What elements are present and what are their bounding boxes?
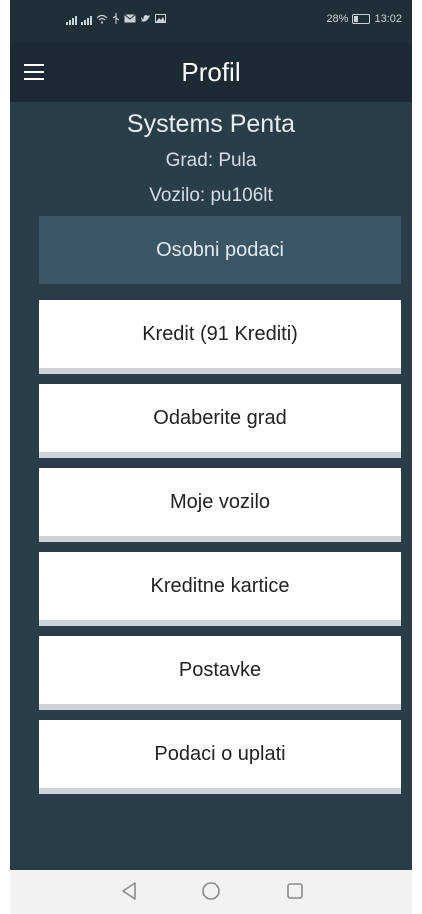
my-vehicle-button[interactable]: Moje vozilo: [39, 468, 401, 542]
choose-city-button[interactable]: Odaberite grad: [39, 384, 401, 458]
usb-icon: [112, 13, 120, 27]
status-time: 13:02: [374, 13, 402, 25]
profile-city: Grad: Pula: [165, 150, 257, 171]
system-nav-bar: [10, 870, 412, 914]
mail-icon: [124, 14, 136, 26]
twitter-icon: [140, 14, 151, 26]
profile-name: Systems Penta: [126, 110, 296, 138]
settings-button[interactable]: Postavke: [39, 636, 401, 710]
page-title: Profil: [181, 57, 241, 87]
status-icons: [66, 13, 166, 27]
app-screen: 28% 13:02 Profil Systems Penta Grad: Pul…: [10, 0, 412, 870]
personal-data-button[interactable]: Osobni podaci: [39, 216, 401, 284]
battery-icon: [352, 14, 371, 24]
signal-icon: [66, 15, 77, 25]
profile-vehicle: Vozilo: pu106lt: [149, 185, 273, 206]
status-right: 28% 13:02: [326, 13, 402, 25]
status-bar: 28% 13:02: [10, 0, 412, 42]
payment-data-button[interactable]: Podaci o uplati: [39, 720, 401, 794]
wifi-icon: [96, 14, 108, 27]
back-triangle-icon[interactable]: [120, 881, 138, 906]
profile-menu-list: Kredit (91 Krediti) Odaberite grad Moje …: [39, 300, 401, 804]
signal-icon-2: [81, 15, 92, 25]
image-icon: [155, 14, 166, 26]
app-bar: Profil: [10, 42, 412, 102]
recent-square-icon[interactable]: [285, 881, 305, 906]
credit-button[interactable]: Kredit (91 Krediti): [39, 300, 401, 374]
home-circle-icon[interactable]: [201, 881, 221, 906]
credit-cards-button[interactable]: Kreditne kartice: [39, 552, 401, 626]
battery-percent: 28%: [326, 13, 349, 25]
